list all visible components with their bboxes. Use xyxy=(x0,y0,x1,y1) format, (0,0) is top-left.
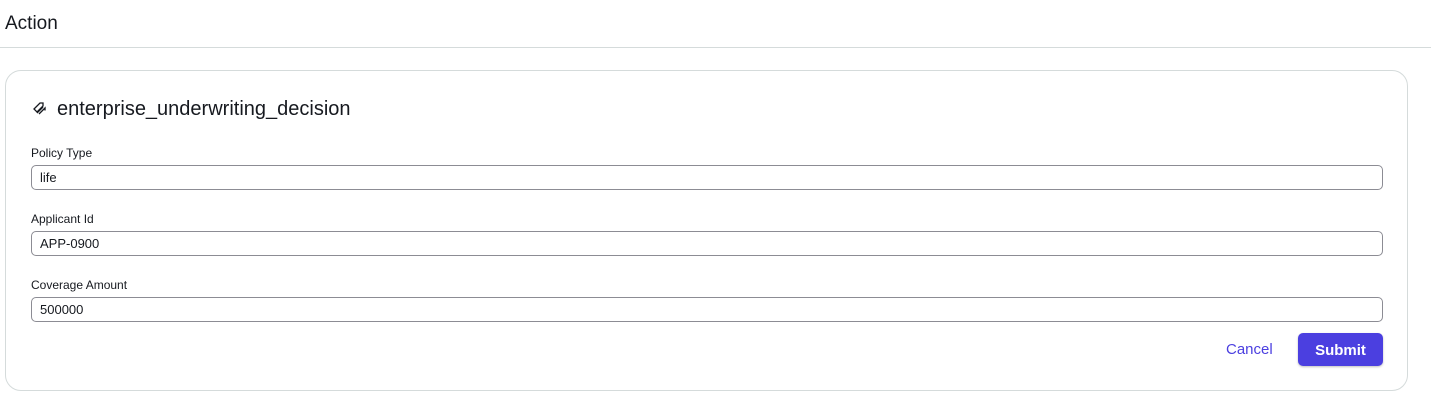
policy-type-input[interactable] xyxy=(31,165,1383,190)
action-tag-icon xyxy=(32,101,48,117)
card-heading: enterprise_underwriting_decision xyxy=(32,96,351,122)
page-header: Action xyxy=(0,0,1431,48)
coverage-amount-field: Coverage Amount xyxy=(31,277,1383,322)
action-page: Action enterprise_underwriting_decision … xyxy=(0,0,1431,411)
coverage-amount-label: Coverage Amount xyxy=(31,278,128,292)
applicant-id-field: Applicant Id xyxy=(31,211,1383,256)
policy-type-label: Policy Type xyxy=(31,146,93,160)
cancel-button[interactable]: Cancel xyxy=(1216,334,1283,366)
card-title: enterprise_underwriting_decision xyxy=(57,98,351,120)
action-form-card: enterprise_underwriting_decision Policy … xyxy=(5,70,1408,391)
policy-type-field: Policy Type xyxy=(31,145,1383,190)
applicant-id-label: Applicant Id xyxy=(31,212,94,226)
applicant-id-input[interactable] xyxy=(31,231,1383,256)
coverage-amount-input[interactable] xyxy=(31,297,1383,322)
page-title: Action xyxy=(5,13,58,34)
submit-button[interactable]: Submit xyxy=(1298,333,1383,366)
